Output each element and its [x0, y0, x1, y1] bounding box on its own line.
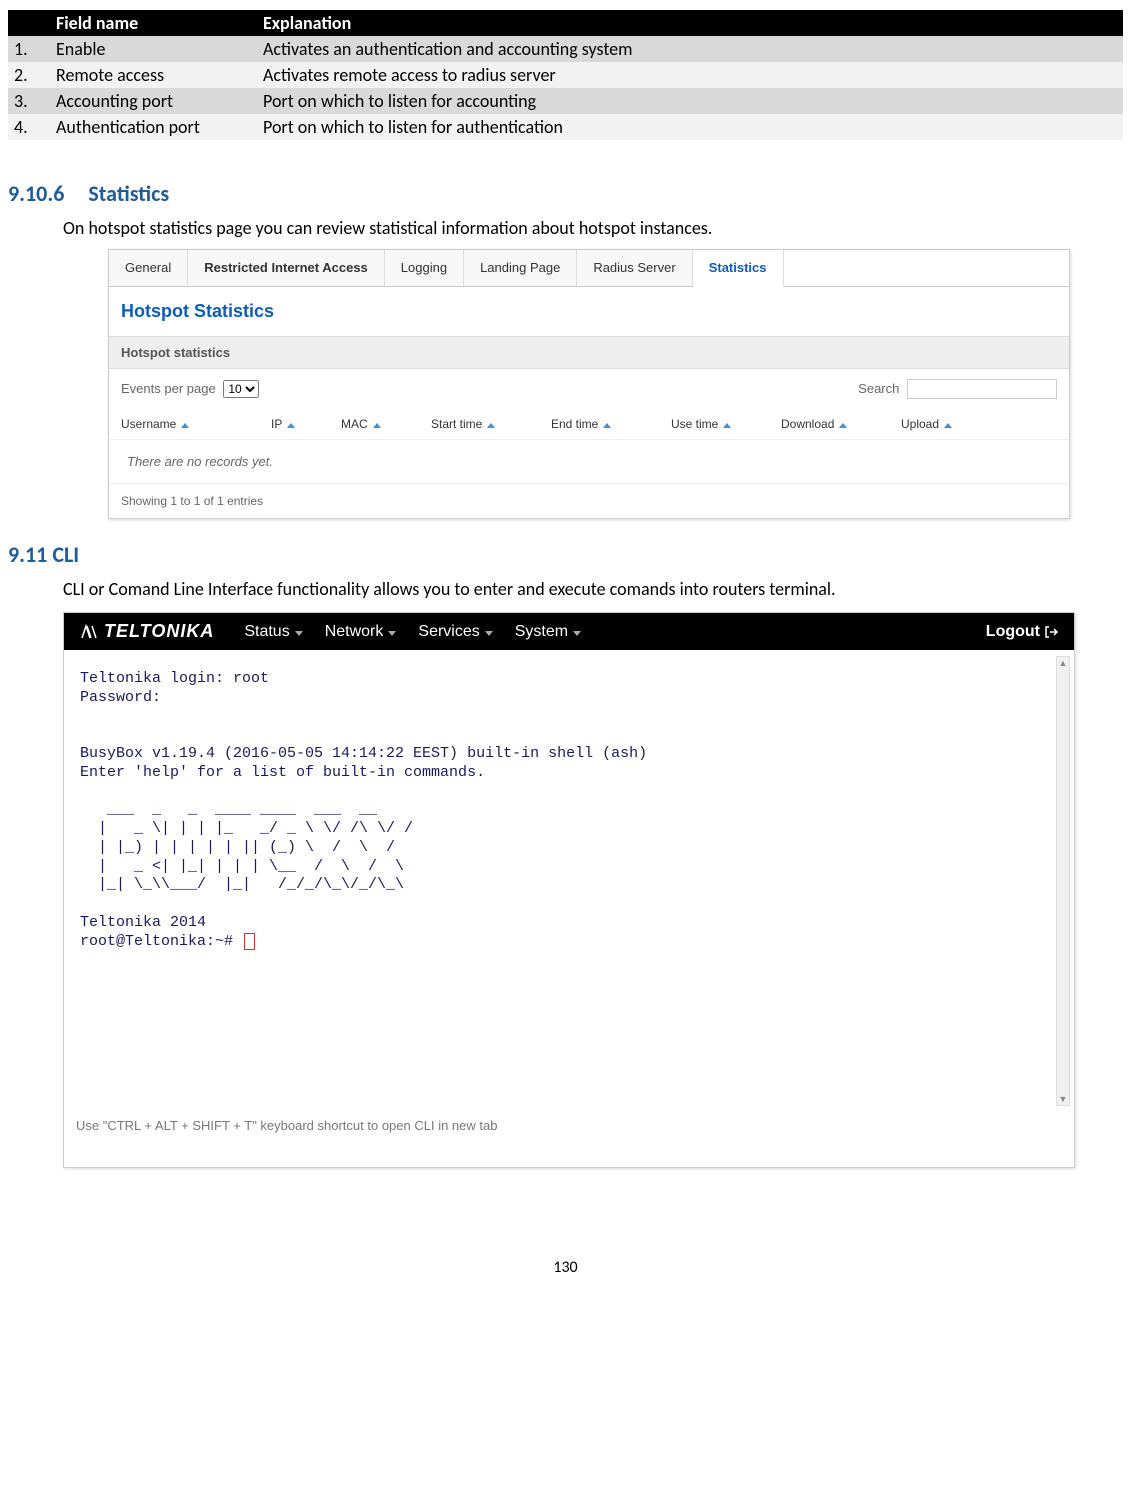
section-number: 9.11	[8, 541, 47, 568]
sort-icon	[601, 417, 611, 431]
events-per-page-select[interactable]: 10	[223, 380, 259, 398]
table-row: 4. Authentication port Port on which to …	[8, 114, 1123, 140]
row-field: Accounting port	[50, 88, 257, 114]
row-field: Authentication port	[50, 114, 257, 140]
chevron-down-icon	[293, 623, 303, 641]
terminal-line: | _ <| |_| | | | \__ / \ / \	[80, 858, 413, 875]
tab-general[interactable]: General	[109, 250, 188, 286]
col-upload[interactable]: Upload	[901, 417, 1001, 431]
row-expl: Activates remote access to radius server	[257, 62, 1123, 88]
logo-icon	[80, 624, 100, 640]
terminal-line: Teltonika 2014	[80, 914, 206, 931]
sort-icon	[485, 417, 495, 431]
row-num: 4.	[8, 114, 50, 140]
stats-title: Hotspot Statistics	[109, 287, 1069, 336]
tab-radius-server[interactable]: Radius Server	[577, 250, 692, 286]
search-label: Search	[858, 381, 899, 396]
stats-subhead: Hotspot statistics	[109, 336, 1069, 369]
nav-status[interactable]: Status	[244, 623, 302, 641]
table-header-num	[8, 10, 50, 36]
section-text: On hotspot statistics page you can revie…	[63, 217, 1123, 239]
events-per-page-control: Events per page 10	[121, 380, 259, 398]
stats-column-headers: Username IP MAC Start time End time Use …	[109, 409, 1069, 440]
row-num: 3.	[8, 88, 50, 114]
teltonika-logo: TELTONIKA	[80, 621, 214, 642]
chevron-down-icon	[386, 623, 396, 641]
section-title: Statistics	[88, 180, 169, 207]
row-expl: Port on which to listen for accounting	[257, 88, 1123, 114]
scroll-up-icon[interactable]: ▲	[1057, 657, 1069, 669]
row-field: Enable	[50, 36, 257, 62]
page-number: 130	[8, 1258, 1123, 1277]
col-end-time[interactable]: End time	[551, 417, 671, 431]
table-row: 2. Remote access Activates remote access…	[8, 62, 1123, 88]
search-input[interactable]	[907, 379, 1057, 399]
cli-terminal[interactable]: Teltonika login: root Password: BusyBox …	[74, 666, 1074, 1094]
terminal-line: BusyBox v1.19.4 (2016-05-05 14:14:22 EES…	[80, 745, 647, 762]
sort-icon	[942, 417, 952, 431]
stats-controls: Events per page 10 Search	[109, 369, 1069, 409]
scrollbar[interactable]: ▲ ▼	[1056, 656, 1070, 1106]
table-header-explanation: Explanation	[257, 10, 1123, 36]
table-row: 1. Enable Activates an authentication an…	[8, 36, 1123, 62]
col-ip[interactable]: IP	[271, 417, 341, 431]
chevron-down-icon	[483, 623, 493, 641]
col-start-time[interactable]: Start time	[431, 417, 551, 431]
row-expl: Activates an authentication and accounti…	[257, 36, 1123, 62]
row-num: 1.	[8, 36, 50, 62]
cli-ui: TELTONIKA Status Network Services System…	[63, 612, 1075, 1168]
tab-landing-page[interactable]: Landing Page	[464, 250, 577, 286]
sort-icon	[837, 417, 847, 431]
col-mac[interactable]: MAC	[341, 417, 431, 431]
terminal-line: | |_) | | | | | || (_) \ / \ /	[80, 839, 404, 856]
terminal-line: Teltonika login: root	[80, 670, 269, 687]
stats-footer: Showing 1 to 1 of 1 entries	[109, 484, 1069, 518]
terminal-line: |_| \_\\___/ |_| /_/_/\_\/_/\_\	[80, 876, 404, 893]
section-title: CLI	[52, 541, 79, 568]
tab-restricted-internet-access[interactable]: Restricted Internet Access	[188, 250, 385, 286]
search-control: Search	[858, 379, 1057, 399]
col-download[interactable]: Download	[781, 417, 901, 431]
stats-empty-message: There are no records yet.	[109, 440, 1069, 484]
terminal-line: Enter 'help' for a list of built-in comm…	[80, 764, 485, 781]
sort-icon	[179, 417, 189, 431]
cursor-icon	[244, 933, 255, 950]
tab-logging[interactable]: Logging	[385, 250, 464, 286]
section-heading-cli: 9.11 CLI	[8, 541, 1123, 568]
section-text: CLI or Comand Line Interface functionali…	[63, 578, 1123, 600]
sort-icon	[285, 417, 295, 431]
hotspot-statistics-ui: General Restricted Internet Access Loggi…	[108, 249, 1070, 519]
scroll-down-icon[interactable]: ▼	[1057, 1093, 1069, 1105]
cli-hint-text: Use "CTRL + ALT + SHIFT + T" keyboard sh…	[64, 1112, 1074, 1167]
row-expl: Port on which to listen for authenticati…	[257, 114, 1123, 140]
stats-tabs: General Restricted Internet Access Loggi…	[109, 250, 1069, 287]
terminal-line: Password:	[80, 689, 161, 706]
logout-button[interactable]: Logout	[986, 623, 1058, 641]
section-number: 9.10.6	[8, 180, 64, 207]
section-heading-statistics: 9.10.6 Statistics	[8, 180, 1123, 207]
nav-system[interactable]: System	[515, 623, 581, 641]
terminal-line: ___ _ _ ____ ____ ___ __	[80, 801, 377, 818]
table-header-fieldname: Field name	[50, 10, 257, 36]
cli-navbar: TELTONIKA Status Network Services System…	[64, 613, 1074, 650]
logout-icon	[1044, 625, 1058, 639]
events-per-page-label: Events per page	[121, 381, 216, 396]
nav-network[interactable]: Network	[325, 623, 397, 641]
chevron-down-icon	[571, 623, 581, 641]
nav-services[interactable]: Services	[418, 623, 492, 641]
tab-statistics[interactable]: Statistics	[693, 250, 784, 287]
col-username[interactable]: Username	[121, 417, 271, 431]
field-definition-table: Field name Explanation 1. Enable Activat…	[8, 10, 1123, 140]
terminal-line: root@Teltonika:~#	[80, 933, 242, 950]
table-row: 3. Accounting port Port on which to list…	[8, 88, 1123, 114]
row-num: 2.	[8, 62, 50, 88]
col-use-time[interactable]: Use time	[671, 417, 781, 431]
row-field: Remote access	[50, 62, 257, 88]
terminal-line: | _ \| | | |_ _/ _ \ \/ /\ \/ /	[80, 820, 413, 837]
sort-icon	[721, 417, 731, 431]
sort-icon	[371, 417, 381, 431]
